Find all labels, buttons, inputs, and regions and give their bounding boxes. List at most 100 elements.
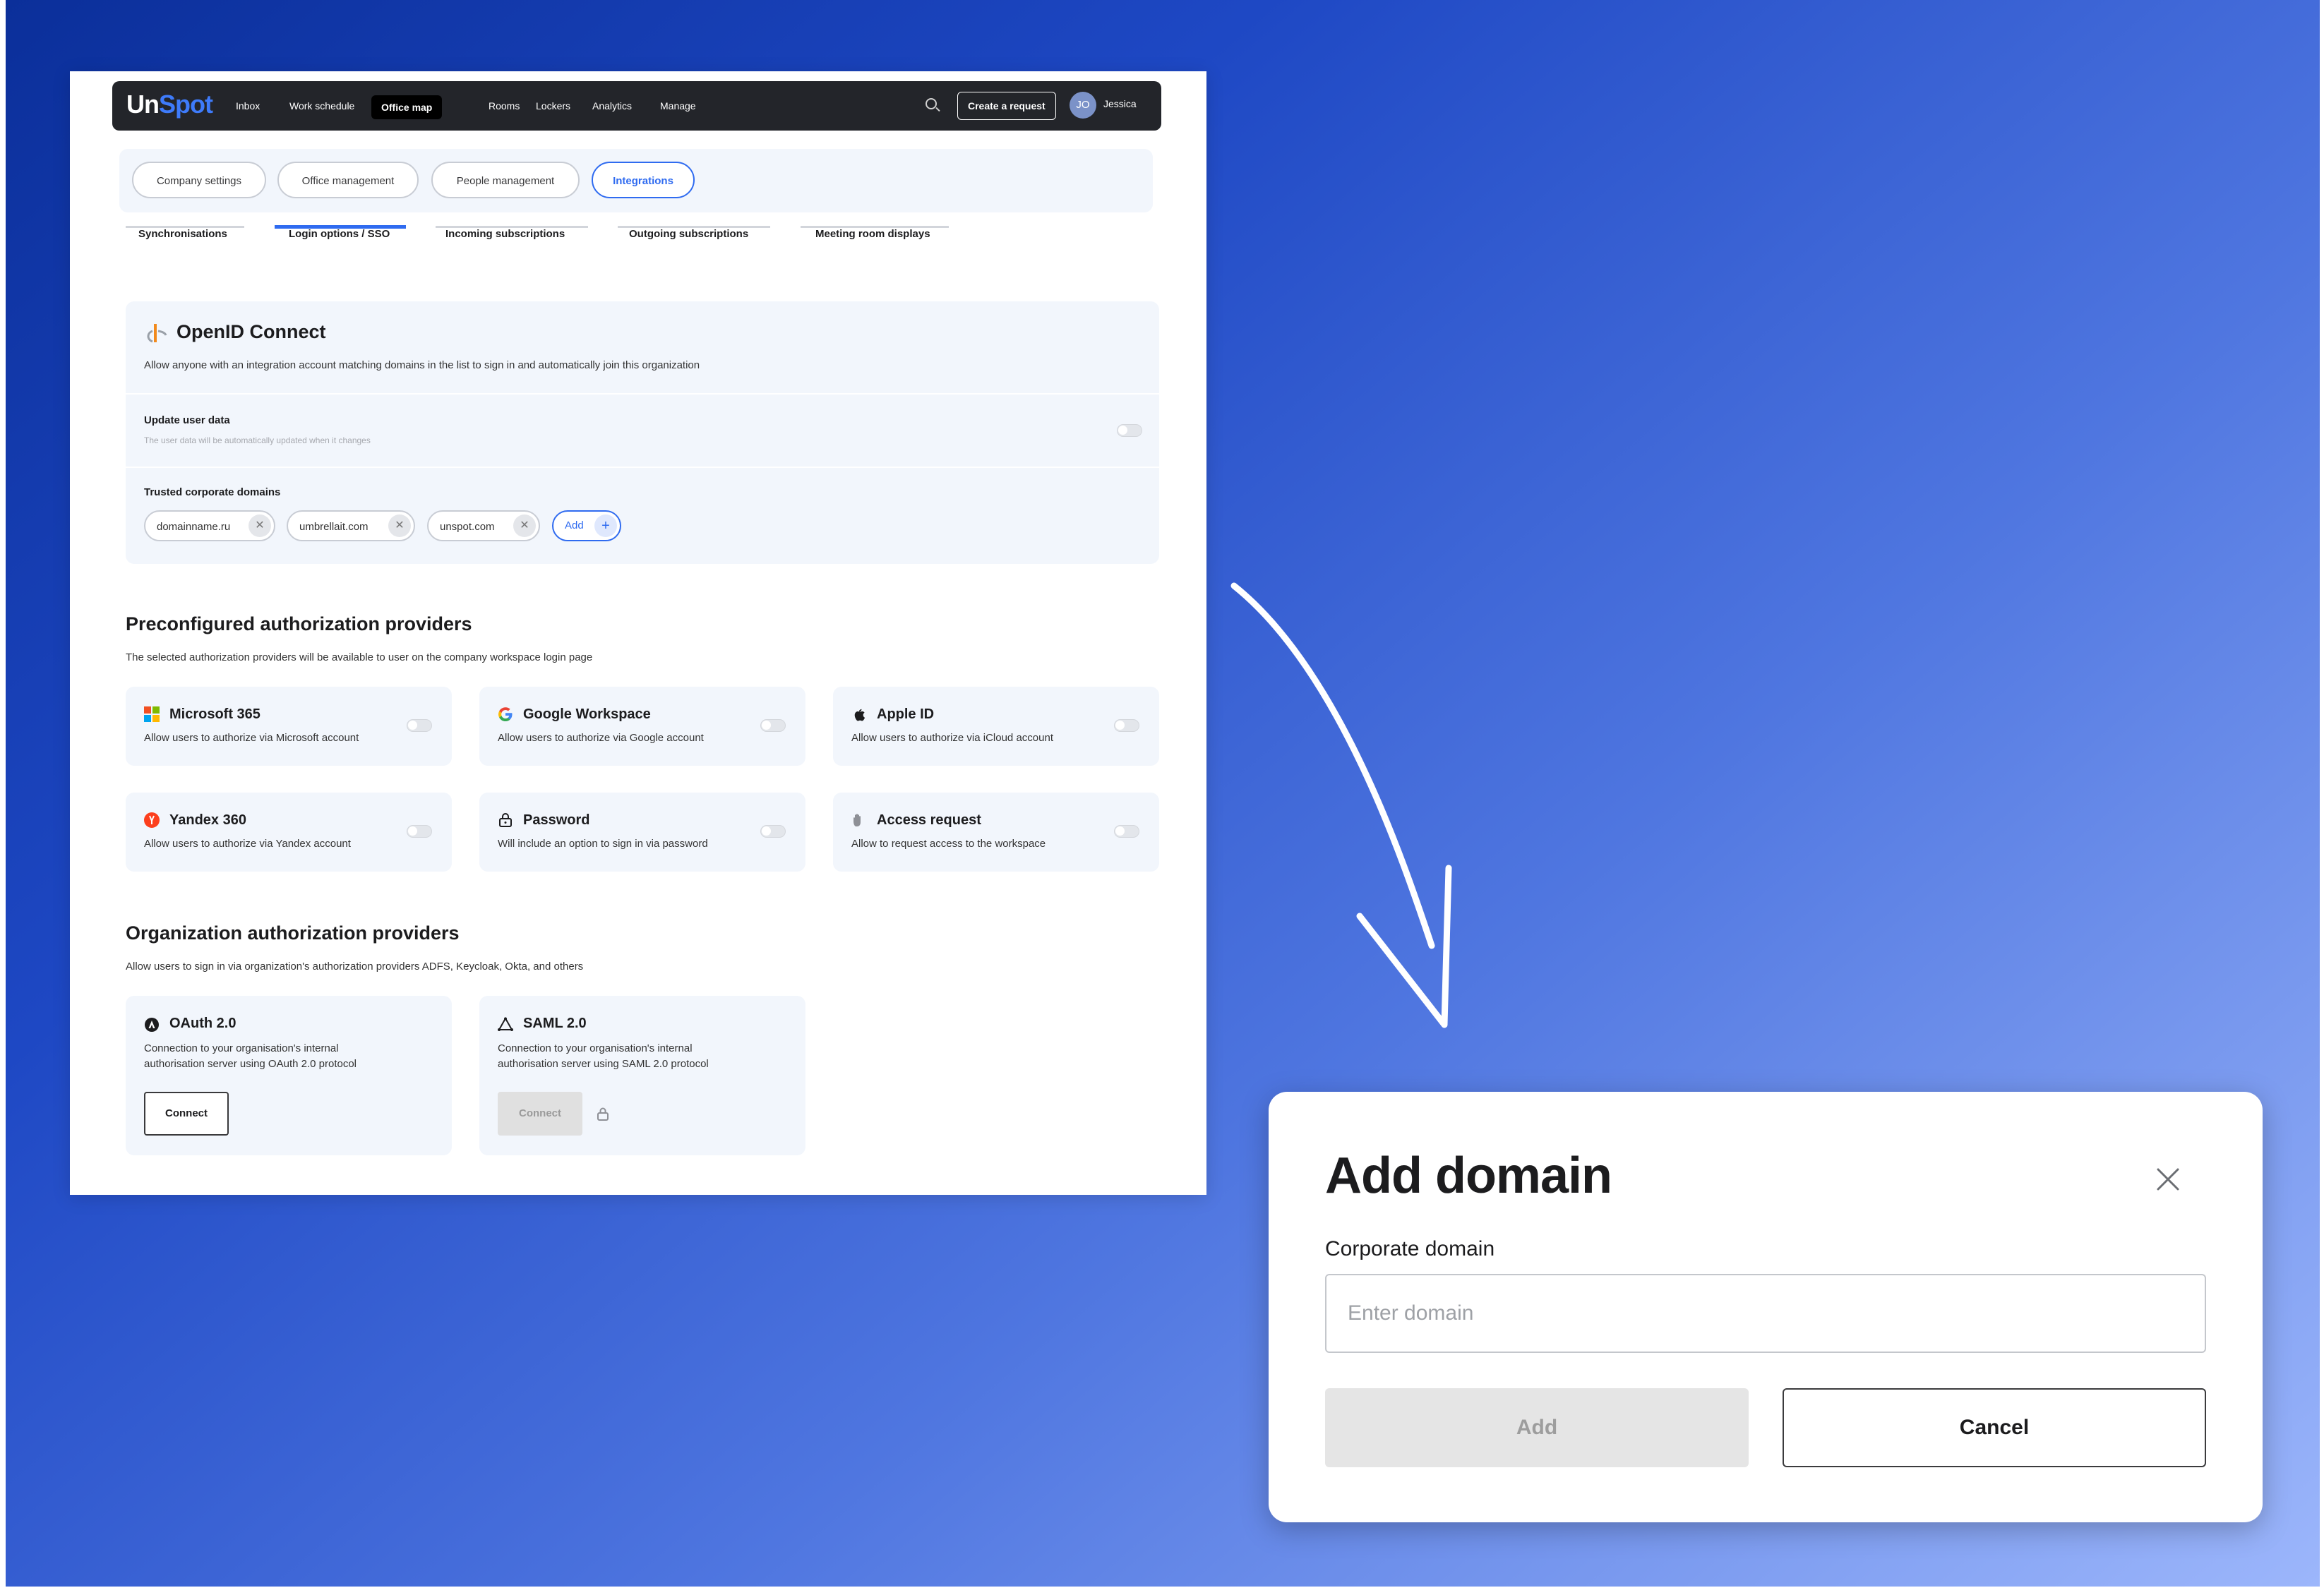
apple-icon — [854, 709, 865, 721]
lock-icon — [499, 813, 512, 827]
domain-chip-label: unspot.com — [440, 521, 495, 533]
unspot-logo[interactable]: UnSpot — [126, 90, 213, 119]
top-navigation-bar: UnSpot Inbox Work schedule Office map Ro… — [112, 81, 1161, 131]
domain-chip: domainname.ru ✕ — [144, 510, 275, 541]
provider-card-yandex: Yandex 360 Allow users to authorize via … — [126, 793, 452, 872]
nav-manage[interactable]: Manage — [660, 97, 696, 114]
tab-company-settings[interactable]: Company settings — [132, 162, 266, 198]
user-name[interactable]: Jessica — [1103, 98, 1137, 109]
domain-chip: umbrellait.com ✕ — [287, 510, 415, 541]
preconfigured-title: Preconfigured authorization providers — [126, 613, 472, 634]
nav-inbox[interactable]: Inbox — [236, 97, 260, 114]
provider-description: Allow users to authorize via iCloud acco… — [851, 732, 1053, 744]
preconfigured-description: The selected authorization providers wil… — [126, 651, 593, 663]
add-domain-button[interactable]: Add + — [552, 510, 621, 541]
cancel-button[interactable]: Cancel — [1783, 1388, 2206, 1467]
plus-icon: + — [594, 514, 617, 537]
add-button[interactable]: Add — [1325, 1388, 1749, 1467]
openid-connect-card: OpenID Connect Allow anyone with an inte… — [126, 301, 1159, 564]
google-toggle[interactable] — [760, 719, 786, 732]
close-icon[interactable] — [2154, 1165, 2182, 1193]
provider-description: Will include an option to sign in via pa… — [498, 838, 708, 850]
lock-icon — [597, 1107, 609, 1121]
subtab-synchronisations[interactable]: Synchronisations — [138, 228, 227, 240]
provider-card-google: Google Workspace Allow users to authoriz… — [479, 687, 805, 766]
nav-work-schedule[interactable]: Work schedule — [289, 97, 354, 114]
remove-domain-icon[interactable]: ✕ — [248, 514, 271, 537]
subtab-login-options[interactable]: Login options / SSO — [289, 228, 390, 240]
domain-chip: unspot.com ✕ — [427, 510, 540, 541]
search-icon[interactable] — [926, 98, 937, 109]
oauth-icon — [145, 1018, 159, 1032]
create-request-button[interactable]: Create a request — [957, 92, 1056, 120]
remove-domain-icon[interactable]: ✕ — [513, 514, 536, 537]
provider-description: Allow users to authorize via Microsoft a… — [144, 732, 359, 744]
nav-rooms[interactable]: Rooms — [489, 97, 520, 114]
settings-tabs: Company settings Office management Peopl… — [119, 149, 1153, 212]
subtab-incoming-subscriptions[interactable]: Incoming subscriptions — [445, 228, 565, 240]
hand-icon — [853, 814, 861, 826]
add-domain-modal: Add domain Corporate domain Add Cancel — [1269, 1092, 2263, 1522]
provider-description: Connection to your organisation's intern… — [498, 1042, 709, 1070]
oauth-connect-button[interactable]: Connect — [144, 1092, 229, 1136]
org-provider-card-saml: SAML 2.0 Connection to your organisation… — [479, 996, 805, 1155]
openid-description: Allow anyone with an integration account… — [144, 359, 700, 371]
domain-chip-label: umbrellait.com — [299, 521, 369, 533]
domain-chip-label: domainname.ru — [157, 521, 231, 533]
provider-name: Microsoft 365 — [169, 706, 260, 722]
org-provider-card-oauth: OAuth 2.0 Connection to your organisatio… — [126, 996, 452, 1155]
tab-integrations[interactable]: Integrations — [592, 162, 695, 198]
subtab-outgoing-subscriptions[interactable]: Outgoing subscriptions — [629, 228, 748, 240]
nav-lockers[interactable]: Lockers — [536, 97, 570, 114]
provider-name: Google Workspace — [523, 706, 651, 722]
provider-description: Allow users to authorize via Yandex acco… — [144, 838, 351, 850]
organization-title: Organization authorization providers — [126, 922, 460, 944]
provider-name: OAuth 2.0 — [169, 1016, 236, 1031]
app-window: UnSpot Inbox Work schedule Office map Ro… — [70, 71, 1206, 1195]
provider-card-apple: Apple ID Allow users to authorize via iC… — [833, 687, 1159, 766]
provider-card-microsoft: Microsoft 365 Allow users to authorize v… — [126, 687, 452, 766]
openid-icon — [147, 324, 167, 343]
corporate-domain-label: Corporate domain — [1325, 1237, 1495, 1260]
yandex-icon — [144, 812, 160, 828]
yandex-toggle[interactable] — [407, 825, 432, 838]
update-user-data-subtitle: The user data will be automatically upda… — [144, 435, 371, 445]
provider-name: Yandex 360 — [169, 812, 246, 828]
provider-name: Access request — [877, 812, 981, 828]
arrow-decoration — [1230, 582, 1452, 1028]
tab-office-management[interactable]: Office management — [277, 162, 419, 198]
subtab-meeting-room-displays[interactable]: Meeting room displays — [815, 228, 930, 240]
update-user-data-title: Update user data — [144, 414, 230, 426]
provider-name: Password — [523, 812, 590, 828]
domain-input[interactable] — [1325, 1274, 2206, 1353]
microsoft-toggle[interactable] — [407, 719, 432, 732]
apple-toggle[interactable] — [1114, 719, 1139, 732]
password-toggle[interactable] — [760, 825, 786, 838]
update-user-data-toggle[interactable] — [1117, 424, 1142, 437]
trusted-domains-title: Trusted corporate domains — [144, 486, 281, 498]
divider — [126, 467, 1159, 468]
access-request-toggle[interactable] — [1114, 825, 1139, 838]
tab-people-management[interactable]: People management — [431, 162, 580, 198]
nav-office-map[interactable]: Office map — [371, 95, 443, 119]
microsoft-icon — [144, 706, 160, 722]
openid-title: OpenID Connect — [176, 321, 326, 342]
provider-description: Allow users to authorize via Google acco… — [498, 732, 704, 744]
modal-title: Add domain — [1325, 1148, 1612, 1204]
remove-domain-icon[interactable]: ✕ — [388, 514, 411, 537]
avatar[interactable]: JO — [1070, 92, 1096, 119]
provider-description: Connection to your organisation's intern… — [144, 1042, 357, 1070]
saml-icon — [498, 1017, 513, 1031]
gradient-background: UnSpot Inbox Work schedule Office map Ro… — [6, 0, 2320, 1587]
organization-description: Allow users to sign in via organization'… — [126, 961, 584, 973]
provider-card-access-request: Access request Allow to request access t… — [833, 793, 1159, 872]
divider — [126, 393, 1159, 395]
saml-connect-button[interactable]: Connect — [498, 1092, 582, 1136]
provider-description: Allow to request access to the workspace — [851, 838, 1046, 850]
google-icon — [498, 707, 513, 721]
add-domain-label: Add — [565, 519, 584, 531]
nav-analytics[interactable]: Analytics — [592, 97, 632, 114]
provider-name: SAML 2.0 — [523, 1016, 587, 1031]
provider-name: Apple ID — [877, 706, 935, 722]
provider-card-password: Password Will include an option to sign … — [479, 793, 805, 872]
